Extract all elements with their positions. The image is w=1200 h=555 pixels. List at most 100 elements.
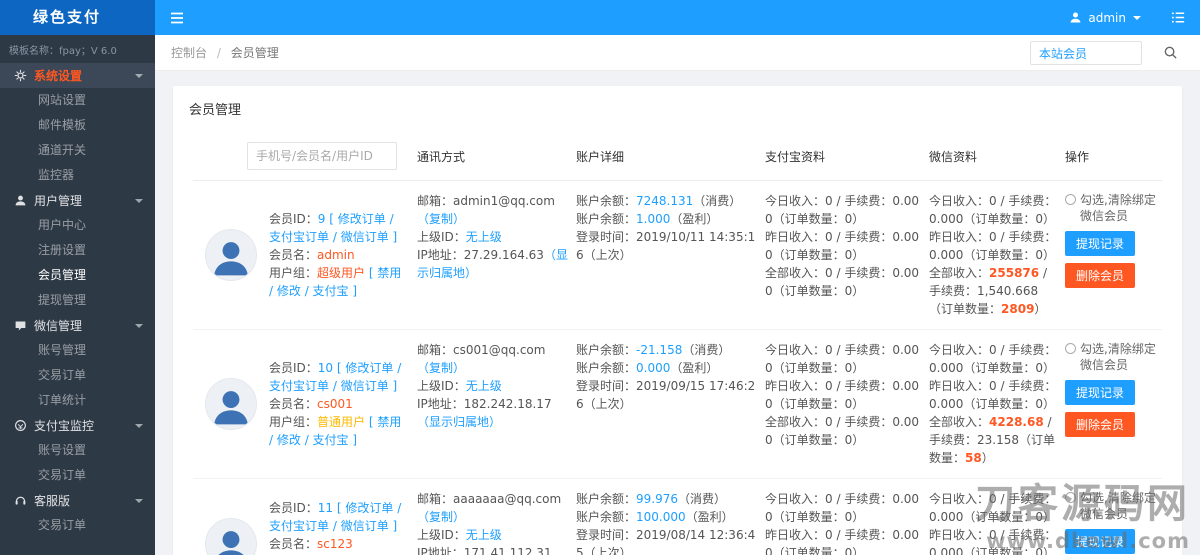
content-area: 会员管理 通讯方式 账户详细 支付宝资料 微信资料 操作 会员ID：9 [ 修改… bbox=[155, 71, 1200, 555]
field-label: 邮箱： bbox=[417, 194, 454, 208]
menu-toggle-icon[interactable] bbox=[169, 10, 185, 26]
balance-profit-value: 1.000 bbox=[636, 212, 671, 226]
field-label: （上次） bbox=[583, 397, 632, 411]
field-label: ） bbox=[1043, 546, 1056, 555]
order-link[interactable]: 微信订单 bbox=[341, 379, 389, 393]
field-label: （订单数量： bbox=[772, 212, 845, 226]
field-label: （订单数量： bbox=[963, 546, 1036, 555]
sidebar-item[interactable]: 用户中心 bbox=[0, 213, 155, 238]
stat-line: 全部收入：0 / 手续费：0.000（订单数量：0） bbox=[765, 264, 921, 300]
search-icon[interactable] bbox=[1163, 45, 1178, 60]
sidebar-item[interactable]: 通道开关 bbox=[0, 138, 155, 163]
field-label: 昨日收入： bbox=[929, 528, 990, 542]
field-label: / 手续费： bbox=[996, 230, 1057, 244]
breadcrumb-home[interactable]: 控制台 bbox=[171, 46, 207, 60]
member-table: 通讯方式 账户详细 支付宝资料 微信资料 操作 会员ID：9 [ 修改订单 / … bbox=[173, 128, 1182, 555]
page-title: 会员管理 bbox=[189, 103, 242, 118]
delete-member-button[interactable]: 删除会员 bbox=[1065, 263, 1136, 288]
sidebar-item[interactable]: 邮件模板 bbox=[0, 113, 155, 138]
income-value: 0 bbox=[825, 230, 833, 244]
order-link[interactable]: 支付宝订单 bbox=[269, 230, 329, 244]
fee-value: 0.000 bbox=[929, 248, 964, 262]
order-count-value: 0 bbox=[1035, 248, 1044, 262]
withdraw-records-button[interactable]: 提现记录 bbox=[1065, 380, 1136, 405]
member-id-value[interactable]: 11 bbox=[318, 501, 333, 515]
field-label: 账户余额： bbox=[576, 510, 637, 524]
group-action-link[interactable]: 禁用 bbox=[377, 415, 401, 429]
sidebar-item[interactable]: 网站设置 bbox=[0, 88, 155, 113]
withdraw-records-button[interactable]: 提现记录 bbox=[1065, 231, 1136, 256]
field-label: ） bbox=[852, 510, 865, 524]
group-action-link[interactable]: 修改 bbox=[277, 433, 301, 447]
copy-link[interactable]: （复制） bbox=[417, 212, 465, 226]
sidebar-item[interactable]: 会员管理 bbox=[0, 263, 155, 288]
group-action-link[interactable]: 支付宝 bbox=[313, 433, 349, 447]
sidebar-group-4[interactable]: 客服版 bbox=[0, 488, 155, 513]
order-count-value: 0 bbox=[1035, 212, 1044, 226]
field-label: （订单数量： bbox=[963, 212, 1036, 226]
order-link[interactable]: 修改订单 bbox=[345, 361, 393, 375]
user-menu[interactable]: admin bbox=[1068, 10, 1141, 25]
sidebar-item[interactable]: 交易订单 bbox=[0, 513, 155, 538]
list-menu-icon[interactable] bbox=[1171, 10, 1186, 25]
copy-link[interactable]: （复制） bbox=[417, 510, 465, 524]
email-value: admin1@qq.com bbox=[453, 194, 555, 208]
balance-profit-value: 100.000 bbox=[636, 510, 686, 524]
sidebar-item[interactable]: 提现管理 bbox=[0, 288, 155, 313]
sidebar-group-label: 用户管理 bbox=[34, 194, 83, 208]
site-search-input[interactable] bbox=[1030, 41, 1142, 65]
income-value: 0 bbox=[989, 194, 997, 208]
parent-id-link[interactable]: 无上级 bbox=[466, 379, 502, 393]
group-action-link[interactable]: 禁用 bbox=[377, 266, 401, 280]
copy-link[interactable]: （复制） bbox=[417, 361, 465, 375]
member-id-value[interactable]: 10 bbox=[318, 361, 333, 375]
fee-value: 0.000 bbox=[929, 510, 964, 524]
sidebar-item[interactable]: 注册设置 bbox=[0, 238, 155, 263]
sidebar-group-3[interactable]: 支付宝监控 bbox=[0, 413, 155, 438]
ip-geo-link[interactable]: （显示归属地） bbox=[417, 415, 501, 429]
member-cell: 会员ID：9 [ 修改订单 / 支付宝订单 / 微信订单 ] 会员名：admin 用… bbox=[193, 192, 413, 318]
withdraw-records-button[interactable]: 提现记录 bbox=[1065, 529, 1136, 554]
field-label: （上次） bbox=[583, 546, 632, 555]
member-id-value[interactable]: 9 bbox=[318, 212, 326, 226]
sidebar-group-2[interactable]: 微信管理 bbox=[0, 313, 155, 338]
order-link[interactable]: 支付宝订单 bbox=[269, 379, 329, 393]
clear-wechat-checkbox[interactable]: 勾选,清除绑定微信会员 bbox=[1065, 341, 1158, 373]
order-link[interactable]: 修改订单 bbox=[338, 212, 386, 226]
member-search-input[interactable] bbox=[247, 142, 397, 170]
stat-line: 今日收入：0 / 手续费：0.000（订单数量：0） bbox=[929, 341, 1057, 377]
account-cell: 账户余额：99.976（消费） 账户余额：100.000（盈利） 登录时间：2019… bbox=[576, 490, 761, 555]
sidebar-item[interactable]: 交易订单 bbox=[0, 363, 155, 388]
sidebar-item[interactable]: 账号设置 bbox=[0, 438, 155, 463]
field-label: ） bbox=[852, 212, 865, 226]
fee-value: 0.000 bbox=[929, 361, 964, 375]
order-link[interactable]: 微信订单 bbox=[341, 519, 389, 533]
order-link[interactable]: 微信订单 bbox=[341, 230, 389, 244]
fee-value: 1,540.668 bbox=[977, 284, 1039, 298]
ip-value: 182.242.18.17 bbox=[463, 397, 552, 411]
delete-member-button[interactable]: 删除会员 bbox=[1065, 412, 1136, 437]
order-count-value: 0 bbox=[1035, 546, 1044, 555]
field-label: / 手续费： bbox=[832, 415, 893, 429]
sidebar-item[interactable]: 监控器 bbox=[0, 163, 155, 188]
sidebar-group-0[interactable]: 系统设置 bbox=[0, 63, 155, 88]
sidebar-item[interactable]: 账号管理 bbox=[0, 338, 155, 363]
clear-wechat-checkbox[interactable]: 勾选,清除绑定微信会员 bbox=[1065, 192, 1158, 224]
order-link[interactable]: 修改订单 bbox=[345, 501, 393, 515]
clear-wechat-checkbox[interactable]: 勾选,清除绑定微信会员 bbox=[1065, 490, 1158, 522]
field-label: ） bbox=[852, 284, 865, 298]
group-action-link[interactable]: 修改 bbox=[277, 284, 301, 298]
fee-value: 23.158 bbox=[977, 433, 1020, 447]
group-action-link[interactable]: 支付宝 bbox=[313, 284, 349, 298]
field-label: 昨日收入： bbox=[765, 230, 826, 244]
parent-id-link[interactable]: 无上级 bbox=[466, 528, 502, 542]
order-link[interactable]: 支付宝订单 bbox=[269, 519, 329, 533]
parent-id-link[interactable]: 无上级 bbox=[466, 230, 502, 244]
sidebar-group-1[interactable]: 用户管理 bbox=[0, 188, 155, 213]
member-name-value: sc123 bbox=[317, 537, 353, 551]
income-value: 0 bbox=[825, 266, 833, 280]
sidebar-item[interactable]: 交易订单 bbox=[0, 463, 155, 488]
sidebar-item[interactable]: 订单统计 bbox=[0, 388, 155, 413]
stat-line: 昨日收入：0 / 手续费：0.000（订单数量：0） bbox=[929, 228, 1057, 264]
avatar bbox=[205, 378, 257, 430]
